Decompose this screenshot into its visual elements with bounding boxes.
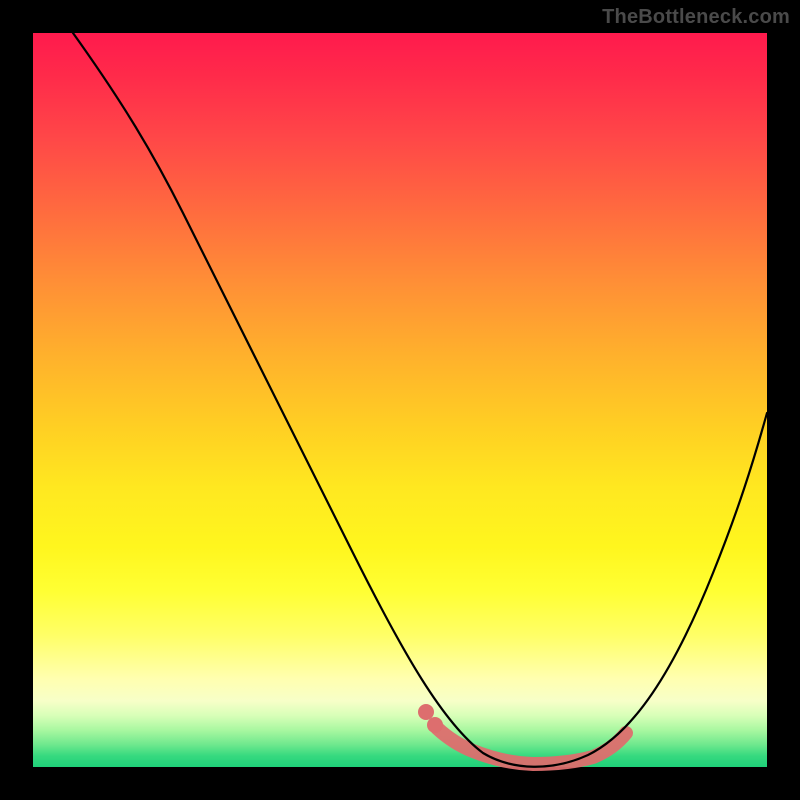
bottleneck-curve [73,33,767,767]
highlight-segment [437,728,626,764]
chart-frame: TheBottleneck.com [0,0,800,800]
highlight-dot [427,717,443,733]
chart-overlay [33,33,767,767]
watermark-text: TheBottleneck.com [602,6,790,29]
highlight-dot [418,704,434,720]
